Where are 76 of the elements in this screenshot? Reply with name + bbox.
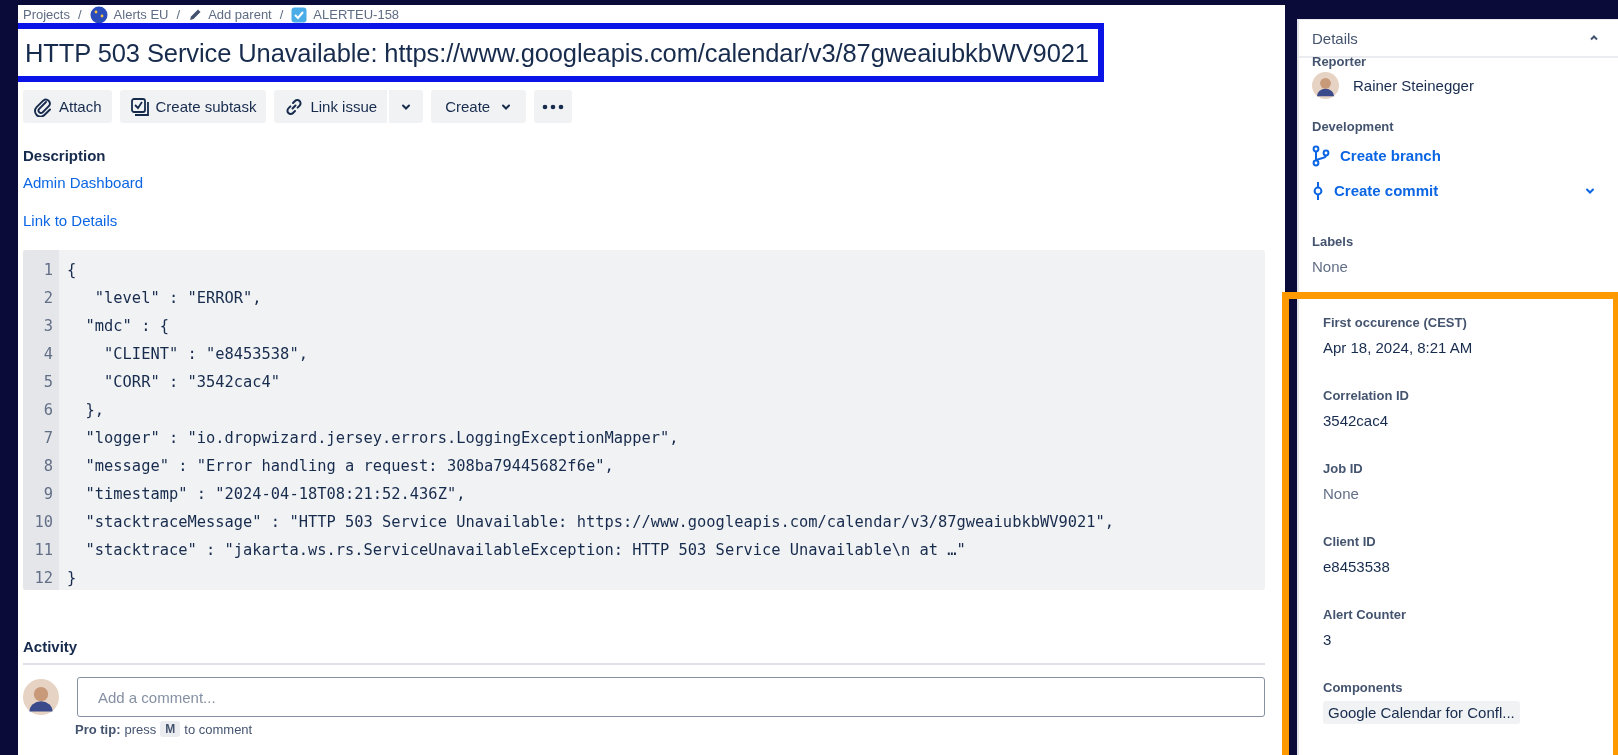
field-label: Job ID [1323, 461, 1364, 476]
field-value: 3542cac4 [1323, 412, 1390, 429]
line-number: 1 [42, 260, 54, 281]
create-commit-link[interactable]: Create commit [1334, 182, 1574, 199]
code-line: }, [84, 400, 106, 421]
line-number: 4 [42, 344, 54, 365]
line-number: 7 [42, 428, 54, 449]
line-number: 8 [42, 456, 54, 477]
tip-label: Pro tip: [75, 721, 121, 737]
avatar-icon [23, 679, 59, 715]
line-number: 12 [33, 568, 54, 589]
link-issue-button[interactable]: Link issue [274, 90, 388, 123]
link-icon [284, 96, 305, 117]
code-line: "mdc" : { [84, 316, 170, 337]
field-value: 3 [1323, 631, 1333, 648]
create-branch-link[interactable]: Create branch [1340, 147, 1596, 164]
tip-text: to comment [184, 721, 253, 737]
code-line: "stacktrace" : "jakarta.ws.rs.ServiceUnavailableException: HTTP 503 Service Unavailable\n at …" [84, 540, 967, 561]
panel-title: Details [1312, 29, 1358, 47]
branch-icon [1312, 144, 1330, 167]
create-subtask-button[interactable]: Create subtask [119, 90, 267, 123]
section-heading: Activity [23, 638, 1265, 665]
pencil-icon [188, 7, 203, 22]
line-number: 11 [33, 540, 54, 561]
more-icon [542, 103, 565, 110]
field-value: None [1312, 258, 1349, 275]
project-avatar-icon [89, 5, 108, 24]
code-line: "stacktraceMessage" : "HTTP 503 Service Unavailable: https://www.googleapis.com/calendar/v3/87gweaiubkbWV9021", [84, 512, 1115, 533]
field-label: Development [1312, 119, 1395, 134]
code-line: "level" : "ERROR", [93, 288, 263, 309]
breadcrumb-separator: / [77, 7, 82, 22]
line-number: 6 [42, 400, 54, 421]
breadcrumb-link[interactable]: Alerts EU [113, 7, 169, 22]
line-number: 2 [42, 288, 54, 309]
line-number: 9 [42, 484, 54, 505]
field-label: Components [1323, 680, 1404, 695]
field-value: None [1323, 485, 1360, 502]
line-number: 5 [42, 372, 54, 393]
description-link[interactable]: Admin Dashboard [23, 174, 144, 191]
field-label: Labels [1312, 234, 1355, 249]
breadcrumb-separator: / [279, 7, 284, 22]
code-line: "logger" : "io.dropwizard.jersey.errors.LoggingExceptionMapper", [84, 428, 680, 449]
avatar-icon [1312, 72, 1339, 99]
code-line: "message" : "Error handling a request: 308ba79445682f6e", [84, 456, 615, 477]
field-label: Correlation ID [1323, 388, 1410, 403]
breadcrumb-link[interactable]: Add parent [208, 7, 272, 22]
component-tag: Google Calendar for Confl... [1323, 701, 1520, 724]
field-value: Apr 18, 2024, 8:21 AM [1323, 339, 1474, 356]
line-number: 3 [42, 316, 54, 337]
create-button[interactable]: Create [431, 90, 527, 123]
code-line: { [67, 260, 78, 281]
code-line: "CORR" : "3542cac4" [103, 372, 282, 393]
code-line: } [67, 568, 78, 589]
more-button[interactable] [534, 90, 573, 123]
dropdown-button[interactable] [389, 90, 424, 123]
paperclip-icon [33, 96, 53, 117]
field-label: First occurence (CEST) [1323, 315, 1468, 330]
code-line: "CLIENT" : "e8453538", [103, 344, 309, 365]
field-label: Client ID [1323, 534, 1377, 549]
field-value: e8453538 [1323, 558, 1391, 575]
field-label: Alert Counter [1323, 607, 1408, 622]
description-link[interactable]: Link to Details [23, 212, 118, 229]
breadcrumb-separator: / [176, 7, 181, 22]
attach-button[interactable]: Attach [23, 90, 112, 123]
reporter-name: Rainer Steinegger [1353, 77, 1474, 94]
line-number: 10 [33, 512, 54, 533]
comment-field[interactable]: Add a comment... [77, 677, 1265, 717]
breadcrumb-link[interactable]: Projects [23, 7, 70, 22]
key-badge: M [160, 721, 181, 737]
section-heading: Description [23, 147, 107, 164]
breadcrumb-link[interactable]: ALERTEU-158 [313, 7, 400, 22]
commit-icon [1312, 179, 1324, 202]
subtask-icon [129, 96, 150, 117]
issue-title: HTTP 503 Service Unavailable: https://www.googleapis.com/calendar/v3/87gweaiubkbWV9021 [25, 39, 1089, 68]
code-line: "timestamp" : "2024-04-18T08:21:52.436Z", [84, 484, 467, 505]
tip-text: press [124, 721, 157, 737]
